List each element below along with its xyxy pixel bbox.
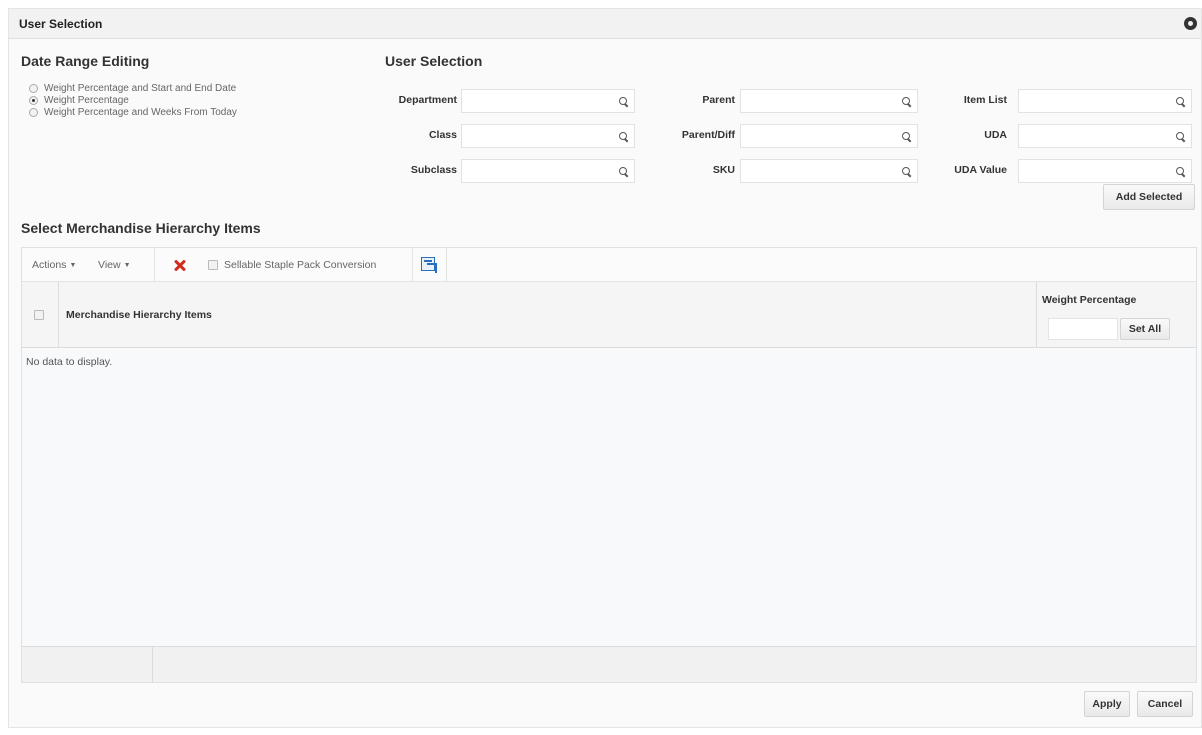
- radio-label: Weight Percentage: [44, 94, 129, 106]
- view-label: View: [98, 259, 121, 271]
- search-icon[interactable]: [1176, 97, 1185, 106]
- search-icon[interactable]: [902, 132, 911, 141]
- select-all-checkbox[interactable]: [34, 310, 44, 320]
- radio-label: Weight Percentage and Start and End Date: [44, 82, 237, 94]
- sellable-label: Sellable Staple Pack Conversion: [224, 259, 377, 271]
- radio-button[interactable]: [29, 107, 38, 117]
- item-list-field[interactable]: [1018, 89, 1192, 113]
- view-menu[interactable]: View ▼: [98, 259, 131, 271]
- table-header: Merchandise Hierarchy Items Weight Perce…: [22, 282, 1196, 348]
- uda-value-label: UDA Value: [954, 164, 1007, 176]
- column-header-items[interactable]: Merchandise Hierarchy Items: [66, 309, 212, 321]
- empty-message: No data to display.: [26, 356, 113, 368]
- table-toolbar: Actions ▼ View ▼ Sellable Staple Pack Conv…: [22, 248, 1196, 282]
- uda-field[interactable]: [1018, 124, 1192, 148]
- class-label: Class: [428, 129, 457, 141]
- search-icon[interactable]: [1176, 167, 1185, 176]
- parent-diff-label: Parent/Diff: [681, 129, 735, 141]
- user-selection-heading: User Selection: [385, 53, 483, 69]
- search-icon[interactable]: [619, 132, 628, 141]
- caret-down-icon: ▼: [69, 262, 77, 269]
- search-icon[interactable]: [619, 167, 628, 176]
- search-icon[interactable]: [902, 97, 911, 106]
- parent-input[interactable]: [741, 90, 917, 112]
- radio-button[interactable]: [29, 83, 38, 93]
- toolbar-divider: [154, 248, 155, 282]
- footer-divider: [152, 647, 153, 683]
- radio-option-start-end[interactable]: Weight Percentage and Start and End Date: [29, 82, 237, 94]
- close-icon[interactable]: [1184, 17, 1197, 30]
- toolbar-divider: [412, 248, 413, 282]
- department-label: Department: [398, 94, 457, 106]
- uda-value-input[interactable]: [1019, 160, 1191, 182]
- add-selected-button[interactable]: Add Selected: [1103, 184, 1195, 210]
- weight-set-all-input[interactable]: [1049, 319, 1117, 339]
- radio-label: Weight Percentage and Weeks From Today: [44, 106, 237, 118]
- user-selection-dialog: User Selection Date Range Editing Weight…: [8, 8, 1202, 728]
- column-divider: [58, 282, 59, 348]
- parent-label: Parent: [702, 94, 735, 106]
- radio-button-selected[interactable]: [29, 95, 38, 105]
- merch-table-panel: Actions ▼ View ▼ Sellable Staple Pack Conv…: [21, 247, 1197, 683]
- search-icon[interactable]: [1176, 132, 1185, 141]
- dialog-titlebar: User Selection: [9, 9, 1201, 39]
- apply-button[interactable]: Apply: [1084, 691, 1130, 717]
- cancel-button[interactable]: Cancel: [1137, 691, 1193, 717]
- parent-diff-input[interactable]: [741, 125, 917, 147]
- sku-label: SKU: [712, 164, 735, 176]
- item-list-input[interactable]: [1019, 90, 1191, 112]
- date-range-heading: Date Range Editing: [21, 53, 150, 69]
- radio-option-weight-percentage[interactable]: Weight Percentage: [29, 94, 129, 106]
- department-field[interactable]: [461, 89, 635, 113]
- column-divider: [1036, 282, 1037, 348]
- delete-icon[interactable]: [174, 259, 186, 271]
- detach-icon[interactable]: [421, 257, 437, 273]
- toolbar-divider: [446, 248, 447, 282]
- parent-diff-field[interactable]: [740, 124, 918, 148]
- parent-field[interactable]: [740, 89, 918, 113]
- radio-option-weeks-from-today[interactable]: Weight Percentage and Weeks From Today: [29, 106, 237, 118]
- sku-field[interactable]: [740, 159, 918, 183]
- actions-label: Actions: [32, 259, 67, 271]
- uda-value-field[interactable]: [1018, 159, 1192, 183]
- caret-down-icon: ▼: [123, 262, 131, 269]
- search-icon[interactable]: [619, 97, 628, 106]
- department-input[interactable]: [462, 90, 634, 112]
- weight-set-all-field[interactable]: [1048, 318, 1118, 340]
- subclass-label: Subclass: [410, 164, 457, 176]
- dialog-title: User Selection: [19, 17, 103, 31]
- column-header-weight[interactable]: Weight Percentage: [1042, 294, 1136, 306]
- uda-input[interactable]: [1019, 125, 1191, 147]
- item-list-label: Item List: [963, 94, 1007, 106]
- set-all-button[interactable]: Set All: [1120, 318, 1170, 340]
- subclass-field[interactable]: [461, 159, 635, 183]
- search-icon[interactable]: [902, 167, 911, 176]
- actions-menu[interactable]: Actions ▼: [32, 259, 76, 271]
- sellable-checkbox[interactable]: [208, 260, 218, 270]
- subclass-input[interactable]: [462, 160, 634, 182]
- table-footer: [22, 646, 1196, 683]
- uda-label: UDA: [984, 129, 1007, 141]
- class-input[interactable]: [462, 125, 634, 147]
- sku-input[interactable]: [741, 160, 917, 182]
- class-field[interactable]: [461, 124, 635, 148]
- merch-heading: Select Merchandise Hierarchy Items: [21, 220, 261, 236]
